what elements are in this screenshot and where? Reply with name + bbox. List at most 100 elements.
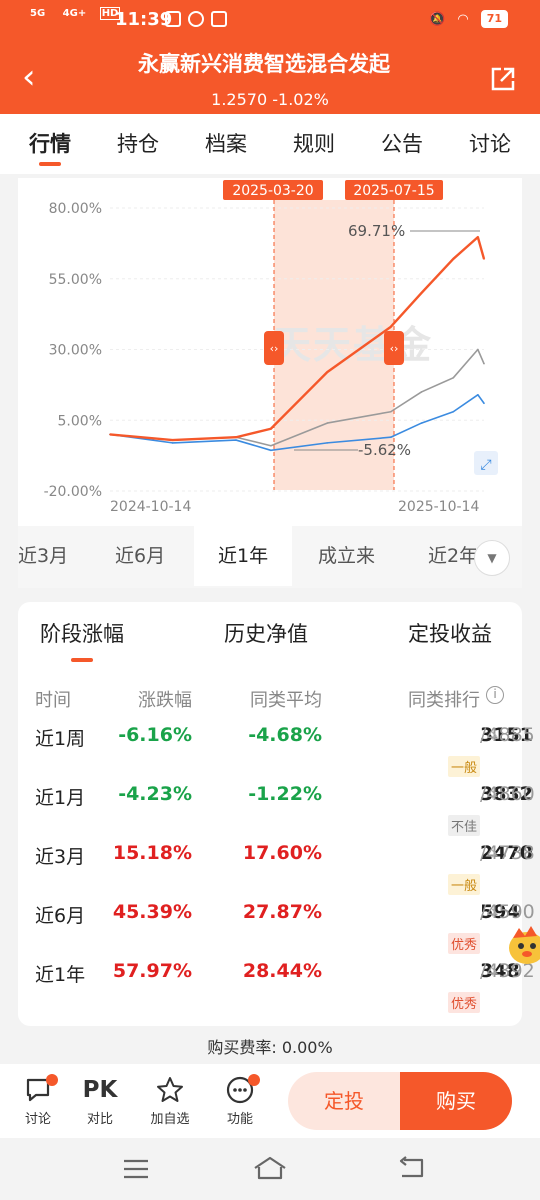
chevron-right-icon: › <box>490 960 498 982</box>
mascot-icon[interactable] <box>505 920 540 970</box>
rank-total: /4738 <box>480 842 535 864</box>
data-point <box>270 444 272 447</box>
row-average: -4.68% <box>248 724 322 746</box>
purchase-fee: 购买费率: 0.00% <box>207 1038 333 1057</box>
range-tabs: 近3月 近6月 近1年 成立来 近2年 ▼ <box>18 526 522 588</box>
range-tab-3m[interactable]: 近3月 <box>18 526 68 586</box>
row-change: 57.97% <box>112 960 192 982</box>
range-tab-since-inception[interactable]: 成立来 <box>318 526 375 586</box>
tab-discussion[interactable]: 讨论 <box>469 114 511 174</box>
performance-card: 阶段涨幅 历史净值 定投收益 时间 涨跌幅 同类平均 同类排行 i 近1周 -6… <box>18 602 535 1026</box>
tab-rules[interactable]: 规则 <box>293 114 335 174</box>
buy-button[interactable]: 购买 <box>400 1072 512 1130</box>
rating-badge: 优秀 <box>447 992 480 1013</box>
add-watchlist-button[interactable]: 加自选 <box>140 1072 200 1127</box>
data-point <box>326 371 329 373</box>
range-tab-6m[interactable]: 近6月 <box>115 526 165 586</box>
discussion-label: 讨论 <box>24 1112 51 1127</box>
data-point <box>420 391 423 393</box>
data-point <box>109 433 111 436</box>
subtab-sip-return[interactable]: 定投收益 <box>408 618 492 648</box>
y-tick-label: 55.00% <box>49 272 102 288</box>
y-tick-label: 30.00% <box>49 343 102 359</box>
compare-label: 对比 <box>86 1112 113 1127</box>
col-rank: 同类排行 <box>408 690 480 711</box>
rank-total: /4860 <box>480 783 535 805</box>
watermark: 天天基金 <box>273 323 433 367</box>
table-row[interactable]: 近6月 45.39% 27.87% 594/4590 › 优秀 <box>18 901 535 959</box>
data-point <box>420 422 423 424</box>
discussion-button[interactable]: 讨论 <box>8 1072 68 1127</box>
row-period: 近1月 <box>35 787 86 809</box>
rating-badge: 优秀 <box>447 933 480 954</box>
range-tab-2y[interactable]: 近2年 <box>428 526 476 586</box>
home-icon[interactable] <box>252 1154 288 1182</box>
tab-profile[interactable]: 档案 <box>205 114 247 174</box>
table-row[interactable]: 近3月 15.18% 17.60% 2470/4738 › 一般 <box>18 842 535 900</box>
back-icon[interactable]: ‹ <box>22 60 36 94</box>
functions-button[interactable]: 功能 <box>210 1072 270 1127</box>
row-period: 近3月 <box>35 846 86 868</box>
range-start-label: 2025-03-20 <box>232 183 313 199</box>
data-point <box>171 442 174 444</box>
row-average: 28.44% <box>242 960 322 982</box>
share-icon[interactable] <box>490 66 516 92</box>
data-point <box>483 258 485 260</box>
network2-label: 4G+ <box>62 8 87 19</box>
data-point <box>389 326 392 328</box>
data-point <box>326 422 329 424</box>
range-tab-1y[interactable]: 近1年 <box>194 526 293 586</box>
network-label: 5G <box>30 8 46 19</box>
data-point <box>270 449 272 452</box>
expand-icon-glyph: ⤢ <box>480 457 491 473</box>
data-point <box>270 427 272 430</box>
data-point <box>235 436 237 439</box>
compare-button[interactable]: PK 对比 <box>70 1072 130 1127</box>
data-point <box>477 348 479 351</box>
star-icon <box>157 1077 183 1102</box>
handle-arrows-icon: ‹› <box>270 342 279 355</box>
table-row[interactable]: 近1年 57.97% 28.44% 348/4392 › 优秀 <box>18 960 535 1018</box>
data-point <box>235 439 237 441</box>
row-average: -1.22% <box>248 783 322 805</box>
status-right: 🔕 ◠ 71 <box>429 10 508 28</box>
row-average: 27.87% <box>242 901 322 923</box>
performance-chart[interactable]: 天天基金 80.00% 55.00% 30.00% 5.00% -20.00% 2025… <box>18 178 522 528</box>
y-tick-label: 5.00% <box>58 413 102 429</box>
tab-announcements[interactable]: 公告 <box>381 114 423 174</box>
tab-holdings[interactable]: 持仓 <box>117 114 159 174</box>
table-row[interactable]: 近1周 -6.16% -4.68% 3151/4885 › 一般 <box>18 724 535 782</box>
data-point <box>477 236 479 238</box>
performance-subtabs: 阶段涨幅 历史净值 定投收益 <box>18 618 522 662</box>
max-label: 69.71% <box>348 222 405 240</box>
row-change: 45.39% <box>112 901 192 923</box>
main-tabs: 行情 持仓 档案 规则 公告 讨论 <box>0 114 540 174</box>
info-icon[interactable]: i <box>486 686 504 704</box>
chevron-right-icon: › <box>490 842 498 864</box>
subtab-period-return[interactable]: 阶段涨幅 <box>40 618 124 662</box>
y-axis-ticks: 80.00% 55.00% 30.00% 5.00% -20.00% <box>44 201 102 500</box>
row-period: 近6月 <box>35 905 86 927</box>
handle-arrows-icon: ‹› <box>390 342 399 355</box>
tab-quote[interactable]: 行情 <box>29 114 71 174</box>
menu-icon[interactable] <box>122 1158 150 1180</box>
notification-dot <box>248 1074 260 1086</box>
nav-value: 1.2570 <box>211 90 268 109</box>
rating-badge: 一般 <box>447 874 480 895</box>
back-nav-icon[interactable] <box>396 1156 426 1180</box>
subtab-history-nav[interactable]: 历史净值 <box>224 618 308 648</box>
rank-total: /4885 <box>480 724 535 746</box>
chart-card: 天天基金 80.00% 55.00% 30.00% 5.00% -20.00% 2025… <box>18 178 522 528</box>
x-tick-start: 2024-10-14 <box>110 499 191 515</box>
table-header: 时间 涨跌幅 同类平均 同类排行 i <box>18 686 522 711</box>
data-point <box>420 292 423 294</box>
table-row[interactable]: 近1月 -4.23% -1.22% 3832/4860 › 不佳 <box>18 783 535 841</box>
col-change: 涨跌幅 <box>138 690 192 711</box>
row-period: 近1年 <box>35 964 86 986</box>
range-end-label: 2025-07-15 <box>353 183 434 199</box>
nav-change: -1.02% <box>272 90 329 109</box>
chevron-right-icon: › <box>490 783 498 805</box>
chevron-down-icon[interactable]: ▼ <box>474 540 510 576</box>
sip-button[interactable]: 定投 <box>288 1072 400 1130</box>
data-point <box>389 436 392 439</box>
